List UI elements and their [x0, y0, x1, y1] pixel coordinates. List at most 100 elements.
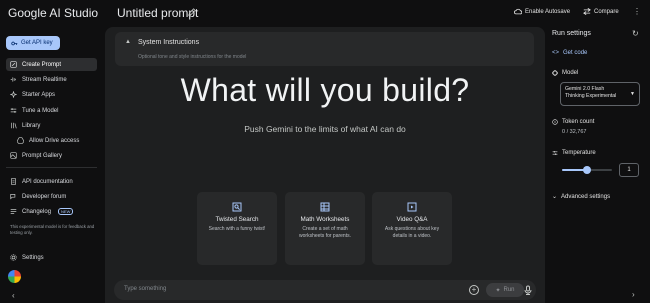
model-label: Model — [552, 70, 578, 76]
get-code-button[interactable]: <> Get code — [552, 50, 587, 56]
experimental-note: This experimental model is for feedback … — [10, 224, 95, 235]
sidebar-item-label: Allow Drive access — [29, 137, 80, 144]
video-icon — [407, 202, 417, 212]
card-description: Create a set of math worksheets for pare… — [299, 226, 351, 239]
temperature-slider[interactable] — [562, 166, 612, 174]
sidebar-item-prompt-gallery[interactable]: Prompt Gallery — [6, 149, 97, 162]
more-vert-icon[interactable]: ⋮ — [633, 7, 641, 16]
token-count-label: Token count — [552, 119, 594, 125]
sidebar-item-api-documentation[interactable]: API documentation — [6, 175, 97, 188]
sidebar-divider — [6, 167, 97, 168]
thermometer-icon — [552, 151, 558, 155]
sidebar-item-label: Tune a Model — [22, 107, 59, 114]
sidebar-item-library[interactable]: Library — [6, 119, 97, 132]
sidebar-item-stream-realtime[interactable]: Stream Realtime — [6, 73, 97, 86]
sidebar-item-starter-apps[interactable]: Starter Apps — [6, 88, 97, 101]
get-api-key-label: Get API key — [21, 40, 53, 46]
pencil-icon[interactable] — [188, 8, 196, 16]
chevron-down-icon: ⌄ — [552, 194, 558, 200]
card-title: Video Q&A — [396, 216, 428, 223]
advanced-settings-label: Advanced settings — [561, 193, 611, 200]
run-settings-panel: Run settings ↻ <> Get code Model Gemini … — [548, 27, 650, 303]
model-select[interactable]: Gemini 2.0 Flash Thinking Experimental ▼ — [560, 82, 640, 106]
sidebar-item-changelog[interactable]: Changelog NEW — [6, 205, 97, 218]
card-title: Math Worksheets — [300, 216, 350, 223]
edit-square-icon — [10, 61, 17, 68]
sidebar-item-settings[interactable]: Settings — [6, 251, 97, 264]
model-label-text: Model — [562, 70, 579, 76]
cloud-icon — [514, 8, 522, 15]
avatar[interactable] — [8, 270, 21, 283]
sparkle-icon — [10, 91, 17, 98]
sidebar-item-label: Library — [22, 122, 41, 129]
add-media-button[interactable]: + — [469, 285, 479, 295]
advanced-settings-toggle[interactable]: ⌄ Advanced settings — [552, 193, 611, 201]
get-code-label: Get code — [563, 50, 588, 56]
forum-icon — [10, 194, 16, 200]
microphone-icon[interactable] — [523, 285, 533, 295]
sidebar-item-label: Starter Apps — [22, 91, 56, 98]
compare-label: Compare — [594, 8, 619, 15]
plus-icon: + — [471, 285, 477, 294]
model-value-line1: Gemini 2.0 Flash — [565, 86, 605, 92]
system-instructions-placeholder[interactable]: Optional tone and style instructions for… — [138, 54, 246, 60]
chip-icon — [552, 70, 558, 76]
temperature-label-text: Temperature — [562, 150, 596, 156]
new-badge: NEW — [58, 208, 74, 215]
temperature-input[interactable]: 1 — [619, 163, 639, 177]
prompt-title[interactable]: Untitled prompt — [117, 6, 198, 20]
drive-icon — [17, 137, 24, 144]
temperature-slider-handle[interactable] — [583, 166, 591, 174]
tune-icon — [10, 108, 17, 113]
brand-logo[interactable]: Google AI Studio — [8, 6, 98, 20]
prompt-input[interactable]: Type something + ✦ Run — [114, 280, 536, 300]
hero-heading: What will you build? — [180, 72, 470, 108]
sidebar-item-allow-drive-access[interactable]: Allow Drive access — [6, 134, 97, 147]
enable-autosave-label: Enable Autosave — [525, 8, 571, 15]
card-description: Ask questions about key details in a vid… — [384, 226, 440, 239]
card-description: Search with a funny twist! — [208, 226, 266, 232]
sidebar-item-label: Create Prompt — [22, 61, 62, 68]
sidebar-item-label: Developer forum — [22, 193, 67, 200]
system-instructions-panel[interactable]: ▲ System Instructions Optional tone and … — [115, 32, 534, 66]
chevron-up-icon[interactable]: ▲ — [125, 39, 131, 45]
card-title: Twisted Search — [215, 216, 259, 223]
sidebar-item-tune-model[interactable]: Tune a Model — [6, 104, 97, 117]
prompt-input-placeholder: Type something — [124, 286, 167, 292]
refresh-icon[interactable]: ↻ — [632, 29, 639, 38]
token-count-label-text: Token count — [562, 119, 595, 125]
chevron-right-icon[interactable]: › — [632, 290, 635, 299]
grid-table-icon — [320, 202, 330, 212]
chevron-left-icon[interactable]: ‹ — [12, 291, 15, 300]
stream-icon — [10, 77, 16, 82]
get-api-key-button[interactable]: Get API key — [6, 36, 60, 50]
compare-icon — [583, 8, 591, 15]
token-count-value: 0 / 32,767 — [562, 129, 587, 135]
library-icon — [11, 122, 17, 129]
sidebar: Google AI Studio Get API key Create Prom… — [0, 0, 103, 303]
sidebar-item-label: Settings — [22, 254, 44, 261]
gallery-icon — [10, 152, 17, 159]
sidebar-item-label: API documentation — [22, 178, 73, 185]
sidebar-item-create-prompt[interactable]: Create Prompt — [6, 58, 97, 71]
compare-button[interactable]: Compare — [583, 8, 619, 15]
model-value-line2: Thinking Experimental — [565, 93, 617, 99]
search-frame-icon — [232, 202, 242, 212]
run-button[interactable]: ✦ Run — [486, 283, 524, 297]
main-panel: ▲ System Instructions Optional tone and … — [105, 27, 545, 303]
enable-autosave-button[interactable]: Enable Autosave — [514, 8, 570, 15]
sidebar-item-developer-forum[interactable]: Developer forum — [6, 190, 97, 203]
key-icon — [11, 41, 18, 45]
sidebar-item-label: Stream Realtime — [22, 76, 67, 83]
starter-card-twisted-search[interactable]: Twisted Search Search with a funny twist… — [197, 192, 277, 265]
starter-card-video-qa[interactable]: Video Q&A Ask questions about key detail… — [372, 192, 452, 265]
starter-card-math-worksheets[interactable]: Math Worksheets Create a set of math wor… — [285, 192, 365, 265]
code-icon: <> — [552, 50, 560, 56]
token-icon — [552, 119, 558, 125]
run-label: Run — [503, 287, 515, 293]
gear-icon — [10, 254, 17, 261]
sidebar-item-label: Changelog — [22, 208, 52, 215]
system-instructions-title: System Instructions — [138, 39, 200, 46]
caret-down-icon: ▼ — [630, 91, 635, 97]
changelog-icon — [10, 209, 17, 214]
